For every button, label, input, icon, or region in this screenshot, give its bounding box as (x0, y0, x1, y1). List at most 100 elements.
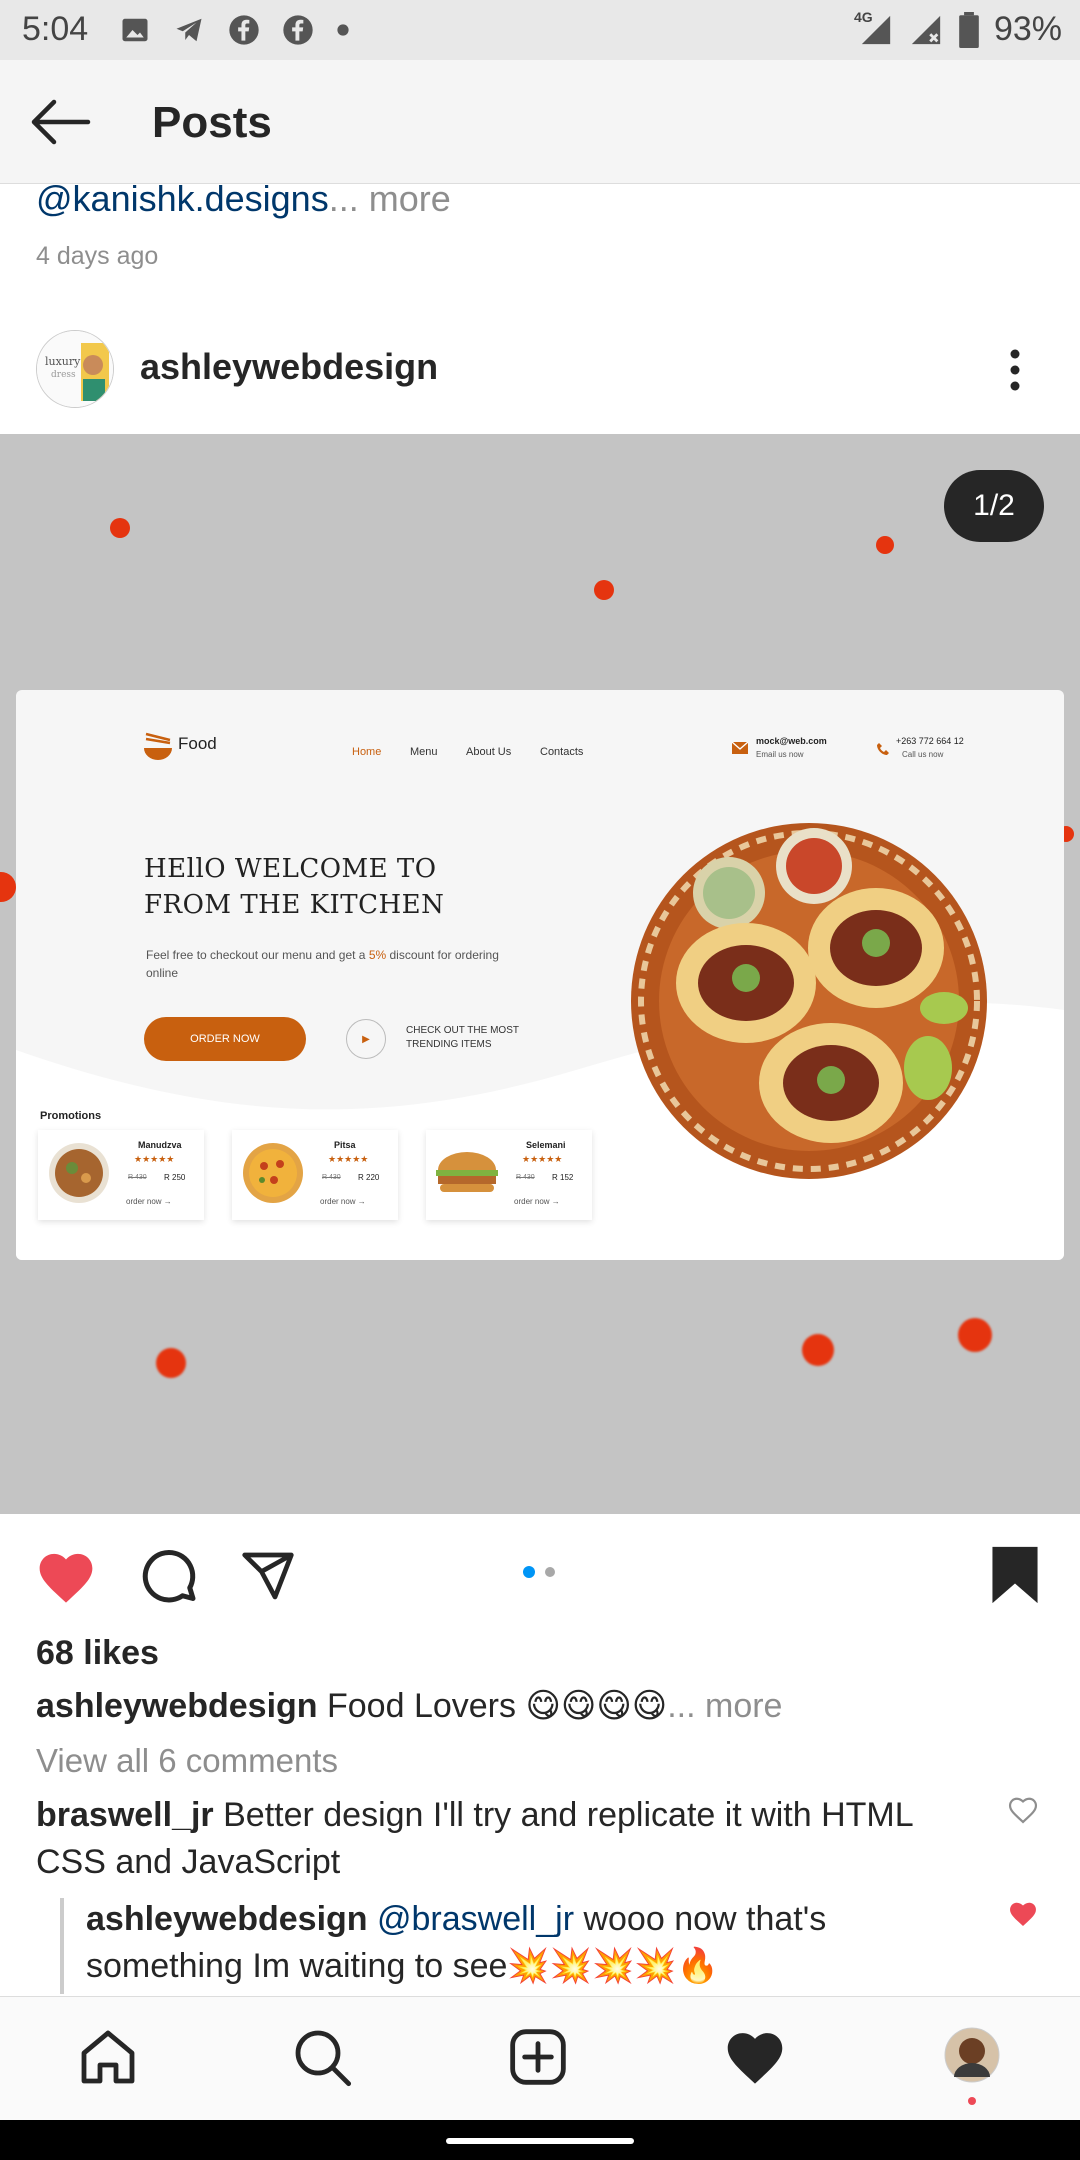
previous-caption: @kanishk.designs... more (36, 178, 451, 220)
comment-icon[interactable] (138, 1546, 198, 1606)
phone-icon (877, 743, 889, 755)
notification-dot (968, 2097, 976, 2105)
status-bar: 5:04 4G 93% (0, 0, 1080, 60)
battery-icon (959, 11, 979, 48)
app-bar: Posts (0, 60, 1080, 184)
caption-username[interactable]: ashleywebdesign (36, 1687, 318, 1725)
activity-heart-icon[interactable] (722, 2025, 788, 2085)
notification-icons (120, 14, 350, 46)
promo-stars: ★★★★★ (328, 1154, 369, 1164)
like-heart-icon[interactable] (34, 1546, 98, 1604)
hero-sub-3: online (146, 966, 179, 980)
promo-price: R 152 (552, 1173, 574, 1182)
decorative-dot (958, 1318, 992, 1352)
promo-stars: ★★★★★ (522, 1154, 563, 1164)
comment-username[interactable]: braswell_jr (36, 1796, 214, 1834)
post-username[interactable]: ashleywebdesign (140, 346, 438, 388)
carousel-dot (545, 1567, 555, 1577)
mail-icon (732, 742, 748, 754)
home-icon[interactable] (76, 2025, 140, 2089)
decorative-dot (156, 1348, 186, 1378)
facebook-icon (283, 15, 313, 45)
mockup-email-sub: Email us now (756, 750, 804, 759)
post-actions (0, 1516, 1080, 1626)
comment-reply: ashleywebdesign @braswell_jr wooo now th… (86, 1896, 946, 1990)
decorative-dot (594, 580, 614, 600)
system-icons: 4G 93% (854, 9, 1062, 49)
brand-name: Food (178, 734, 217, 753)
promo-old-price: R 430 (322, 1174, 341, 1181)
decorative-dot (876, 536, 894, 554)
bookmark-icon[interactable] (988, 1544, 1042, 1606)
profile-avatar[interactable] (944, 2027, 1000, 2083)
promo-old-price: R 430 (128, 1174, 147, 1181)
website-mockup: Food Home Menu About Us Contacts mock@we… (16, 690, 1064, 1260)
play-icon: ▶ (346, 1019, 386, 1059)
hero-sub-percent: 5% (368, 948, 387, 962)
svg-text:luxury: luxury (45, 355, 81, 368)
page-title: Posts (152, 98, 272, 147)
more-link[interactable]: ... more (329, 178, 451, 219)
decorative-dot (802, 1334, 834, 1366)
noodles-image (49, 1143, 109, 1203)
hero-sub-2: discount for ordering (386, 948, 499, 962)
post-caption: ashleywebdesign Food Lovers 😋😋😋😋... more (36, 1686, 1046, 1726)
caption-more-link[interactable]: ... more (667, 1687, 782, 1725)
post-timestamp: 4 days ago (36, 242, 159, 270)
nav-menu: Menu (410, 746, 438, 758)
hero-sub-1: Feel free to checkout our menu and get a (146, 948, 369, 962)
promo-cta: order now → (126, 1197, 172, 1206)
trending-line-2: TRENDING ITEMS (406, 1039, 492, 1050)
image-icon (122, 18, 148, 42)
mention-link[interactable]: @kanishk.designs (36, 178, 329, 219)
taco-plate-image (631, 823, 987, 1179)
view-all-comments-link[interactable]: View all 6 comments (36, 1742, 338, 1780)
carousel-counter: 1/2 (944, 470, 1044, 542)
food-bowl-icon (144, 732, 172, 760)
search-icon[interactable] (290, 2025, 354, 2089)
promo-price: R 220 (358, 1173, 380, 1182)
share-icon[interactable] (238, 1548, 298, 1604)
more-options-icon[interactable] (1008, 348, 1022, 392)
bottom-navigation (0, 1996, 1080, 2120)
mockup-phone-sub: Call us now (902, 750, 944, 759)
promo-cta: order now → (514, 1197, 560, 1206)
signal-x-icon (911, 15, 941, 44)
promotions-heading: Promotions (40, 1110, 102, 1122)
back-arrow-icon[interactable] (28, 98, 92, 146)
hero-subtext: Feel free to checkout our menu and get a… (146, 946, 566, 982)
signal-icon: 4G (854, 9, 894, 47)
trending-line-1: CHECK OUT THE MOST (406, 1025, 519, 1036)
nav-contacts: Contacts (540, 746, 584, 758)
home-indicator[interactable] (446, 2138, 634, 2144)
likes-count[interactable]: 68 likes (36, 1634, 159, 1673)
promo-price: R 250 (164, 1173, 186, 1182)
telegram-icon (176, 18, 202, 42)
comment: braswell_jr Better design I'll try and r… (36, 1792, 956, 1886)
status-time: 5:04 (22, 10, 89, 48)
promo-card: Manudzva ★★★★★ R 430 R 250 order now → (38, 1130, 204, 1220)
promo-card: Pitsa ★★★★★ R 430 R 220 order now → (232, 1130, 398, 1220)
facebook-icon (229, 15, 259, 45)
reply-thread-line (60, 1898, 64, 1994)
battery-percent: 93% (993, 10, 1062, 48)
nav-home: Home (352, 746, 382, 758)
new-post-icon[interactable] (506, 2025, 570, 2089)
nav-about: About Us (466, 746, 512, 758)
caption-text: Food Lovers 😋😋😋😋 (327, 1687, 668, 1725)
hero-headline-1: HEllO WELCOME TO (144, 854, 437, 884)
decorative-dot (0, 872, 16, 902)
promo-name: Pitsa (334, 1140, 356, 1150)
pizza-image (243, 1143, 303, 1203)
carousel-dot-active (523, 1566, 535, 1578)
comment-username[interactable]: ashleywebdesign (86, 1900, 368, 1938)
comment-liked-icon[interactable] (1006, 1898, 1040, 1928)
user-avatar[interactable]: luxury dress (36, 330, 114, 408)
comment-like-icon[interactable] (1006, 1794, 1040, 1824)
promo-card: Selemani ★★★★★ R 430 R 152 order now → (426, 1130, 592, 1220)
mockup-email: mock@web.com (756, 736, 827, 746)
promo-old-price: R 430 (516, 1174, 535, 1181)
promo-name: Manudzva (138, 1140, 182, 1150)
mention-link[interactable]: @braswell_jr (377, 1900, 574, 1938)
promo-stars: ★★★★★ (134, 1154, 175, 1164)
